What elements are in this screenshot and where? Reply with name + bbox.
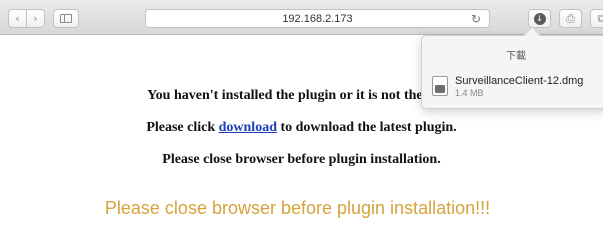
sidebar-button[interactable] bbox=[53, 9, 79, 28]
address-text: 192.168.2.173 bbox=[282, 12, 353, 25]
download-link[interactable]: download bbox=[219, 120, 277, 135]
browser-toolbar: ‹ › 192.168.2.173 ↻ ↓ ⎙ ⧉ bbox=[0, 0, 603, 35]
download-instruction-suffix: to download the latest plugin. bbox=[276, 120, 457, 135]
chevron-left-icon: ‹ bbox=[15, 12, 20, 25]
reload-icon[interactable]: ↻ bbox=[471, 12, 481, 26]
close-browser-warning: Please close browser before plugin insta… bbox=[104, 198, 491, 218]
download-instruction-prefix: Please click bbox=[146, 120, 219, 135]
share-icon: ⎙ bbox=[566, 11, 575, 25]
download-instruction: Please click download to download the la… bbox=[0, 120, 603, 136]
tabs-icon: ⧉ bbox=[597, 11, 603, 25]
chevron-right-icon: › bbox=[33, 12, 38, 25]
download-item[interactable]: SurveillanceClient-12.dmg 1.4 MB bbox=[430, 74, 603, 100]
downloads-title: 下載 bbox=[506, 51, 526, 62]
downloads-popover: 下載 SurveillanceClient-12.dmg 1.4 MB bbox=[421, 26, 603, 109]
download-file-size: 1.4 MB bbox=[455, 88, 484, 98]
show-tabs-button[interactable]: ⧉ bbox=[590, 9, 603, 28]
share-button[interactable]: ⎙ bbox=[559, 9, 582, 28]
sidebar-icon bbox=[60, 14, 72, 23]
address-bar[interactable]: 192.168.2.173 ↻ bbox=[145, 9, 490, 28]
forward-button[interactable]: › bbox=[26, 9, 45, 28]
disk-image-icon bbox=[432, 76, 448, 96]
close-browser-instruction: Please close browser before plugin insta… bbox=[162, 152, 441, 167]
download-arrow-icon: ↓ bbox=[533, 12, 546, 25]
back-button[interactable]: ‹ bbox=[8, 9, 27, 28]
download-file-name: SurveillanceClient-12.dmg bbox=[455, 75, 584, 87]
